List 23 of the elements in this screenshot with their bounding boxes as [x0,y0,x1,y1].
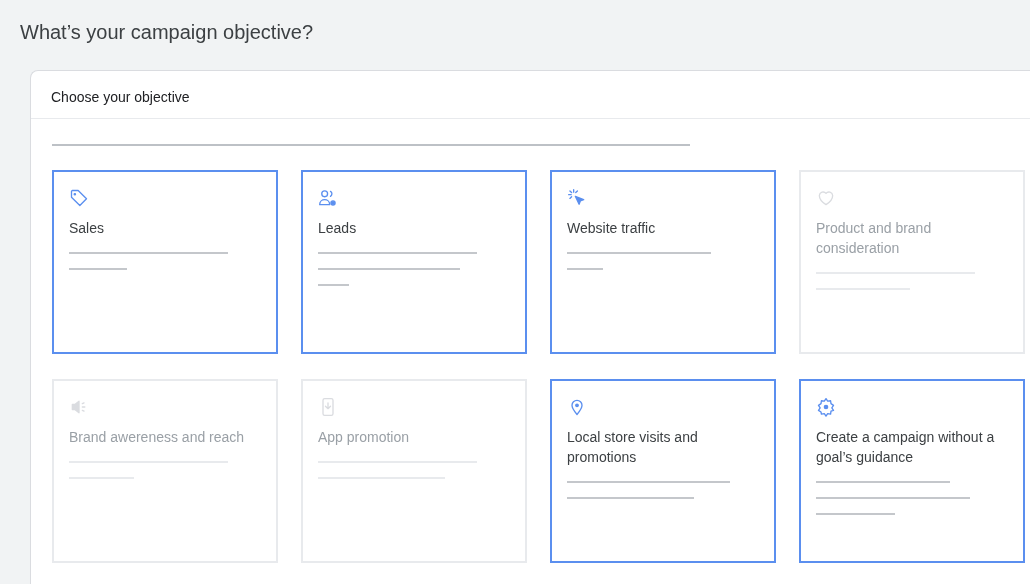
objective-card[interactable]: Website traffic [550,170,776,354]
cursor-click-icon [567,188,587,208]
objective-label: Brand awereness and reach [69,428,246,447]
objective-label: Sales [69,219,106,238]
people-icon [318,188,338,208]
page-title: What’s your campaign objective? [20,20,315,45]
tag-icon [69,188,89,208]
skeleton-line [318,284,349,286]
objective-card[interactable]: Create a campaign without a goal’s guidance [799,379,1025,563]
skeleton-line [69,268,127,270]
objective-label: Leads [318,219,358,238]
heart-icon [816,188,836,208]
objective-card[interactable]: Local store visits and promotions [550,379,776,563]
objective-label: Create a campaign without a goal’s guidance [816,428,996,467]
objective-card[interactable]: Leads [301,170,527,354]
objective-label: App promotion [318,428,411,447]
settings-icon [816,397,836,417]
objective-label: Website traffic [567,219,657,238]
objective-label: Local store visits and promotions [567,428,699,467]
objective-label: Product and brand consideration [816,219,933,258]
skeleton-line [567,268,604,270]
objective-card[interactable]: Sales [52,170,278,354]
panel-title: Choose your objective [31,71,1030,119]
